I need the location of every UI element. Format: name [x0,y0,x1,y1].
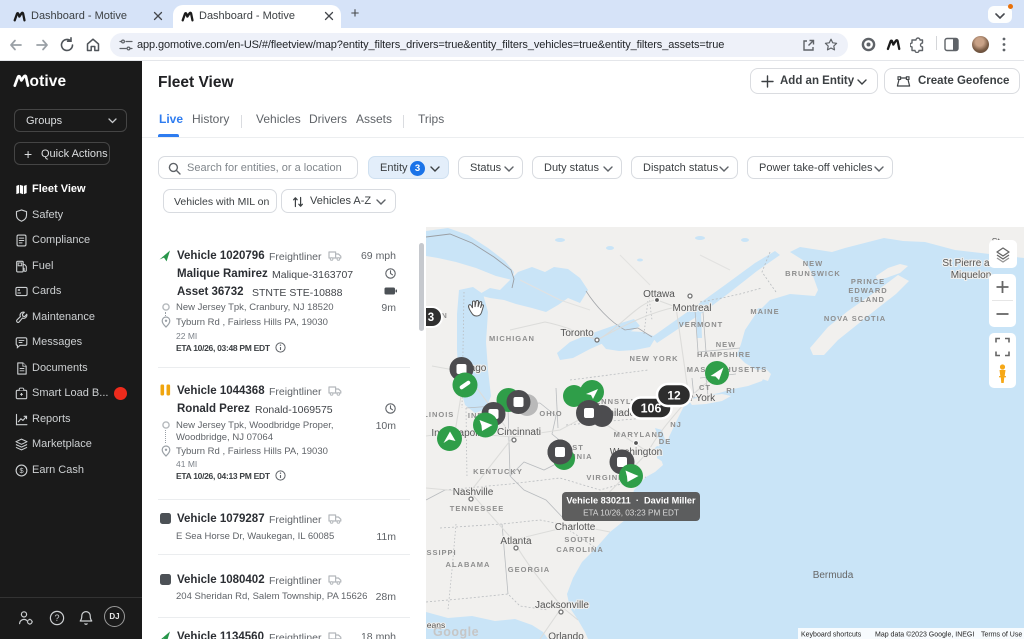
svg-text:Nashville: Nashville [453,487,494,498]
svg-text:CAROLINA: CAROLINA [556,545,604,554]
svg-text:Terms of Use: Terms of Use [981,632,1022,639]
svg-text:HAMPSHIRE: HAMPSHIRE [697,350,751,359]
svg-text:Montreal: Montreal [673,303,712,314]
svg-text:Atlanta: Atlanta [500,536,532,547]
svg-text:SOUTH: SOUTH [564,535,595,544]
svg-text:Vehicle 830211 · David Mille: Vehicle 830211 · David Miller [566,496,696,506]
svg-text:$: $ [19,466,23,475]
svg-text:TENNESSEE: TENNESSEE [450,504,504,513]
svg-text:ALABAMA: ALABAMA [446,560,491,569]
svg-text:MICHIGAN: MICHIGAN [489,334,535,343]
svg-text:Toronto: Toronto [560,328,594,339]
svg-text:EDWARD: EDWARD [848,286,887,295]
svg-text:INIA: INIA [574,452,593,461]
svg-text:106: 106 [641,402,662,416]
svg-text:LLINOIS: LLINOIS [426,410,454,419]
svg-text:BRUNSWICK: BRUNSWICK [785,269,841,278]
svg-text:Charlotte: Charlotte [555,522,596,533]
svg-text:NEW: NEW [716,340,737,349]
svg-text:KENTUCKY: KENTUCKY [473,467,523,476]
svg-text:ISSIPPI: ISSIPPI [426,548,457,557]
svg-text:NOVA SCOTIA: NOVA SCOTIA [824,314,886,323]
svg-text:NEW: NEW [803,259,824,268]
svg-text:GEORGIA: GEORGIA [508,565,550,574]
svg-text:12: 12 [667,389,681,403]
svg-text:Keyboard shortcuts: Keyboard shortcuts [801,632,862,639]
svg-text:Miquelon: Miquelon [951,270,992,281]
svg-text:St Pierre a: St Pierre a [942,258,990,269]
svg-text:DE: DE [659,437,671,446]
svg-text:3: 3 [428,312,434,324]
svg-text:ST: ST [572,443,584,452]
svg-text:Jacksonville: Jacksonville [535,600,589,611]
svg-text:Google: Google [433,625,479,639]
svg-text:NEW YORK: NEW YORK [629,354,678,363]
svg-text:otive: otive [30,73,67,89]
svg-text:MAINE: MAINE [750,307,779,316]
svg-text:MARYLAND: MARYLAND [614,430,665,439]
svg-text:ETA 10/26, 03:23 PM EDT: ETA 10/26, 03:23 PM EDT [583,509,679,518]
svg-text:?: ? [54,613,59,623]
svg-text:RI: RI [726,386,736,395]
svg-text:Map data ©2023 Google, INEGI: Map data ©2023 Google, INEGI [875,631,974,639]
svg-text:PRINCE: PRINCE [851,277,885,286]
svg-text:Bermuda: Bermuda [813,570,854,581]
svg-text:Cincinnati: Cincinnati [497,427,541,438]
svg-text:ISLAND: ISLAND [851,295,885,304]
svg-text:NJ: NJ [670,420,682,429]
svg-text:OHIO: OHIO [539,409,562,418]
svg-text:VERMONT: VERMONT [679,320,724,329]
svg-text:Orlando: Orlando [548,632,584,639]
svg-text:CT: CT [699,383,711,392]
